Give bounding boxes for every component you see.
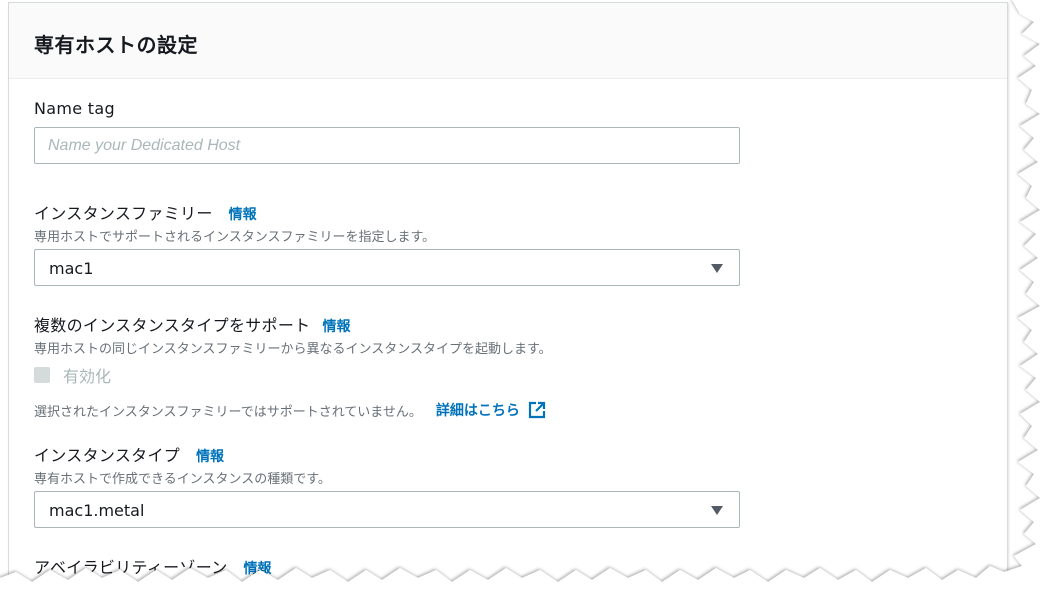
caret-down-icon bbox=[711, 264, 723, 273]
multi-instance-type-info-link[interactable]: 情報 bbox=[322, 316, 350, 336]
availability-zone-info-link[interactable]: 情報 bbox=[244, 558, 272, 578]
panel-header: 専有ホストの設定 bbox=[9, 3, 1007, 79]
multi-instance-type-label-row: 複数のインスタンスタイプをサポート 情報 bbox=[34, 312, 740, 336]
instance-type-selected-value: mac1.metal bbox=[49, 501, 145, 520]
instance-family-label: インスタンスファミリー bbox=[34, 204, 213, 223]
instance-family-field: インスタンスファミリー 情報 専用ホストでサポートされるインスタンスファミリーを… bbox=[34, 200, 740, 286]
instance-family-info-link[interactable]: 情報 bbox=[229, 204, 257, 224]
external-link-icon bbox=[528, 401, 546, 419]
name-tag-label: Name tag bbox=[34, 99, 115, 118]
panel-title: 専有ホストの設定 bbox=[34, 33, 198, 57]
instance-family-selected-value: mac1 bbox=[49, 259, 94, 278]
instance-family-select[interactable]: mac1 bbox=[34, 249, 740, 286]
instance-family-description: 専用ホストでサポートされるインスタンスファミリーを指定します。 bbox=[34, 230, 436, 245]
name-tag-input[interactable] bbox=[34, 127, 740, 164]
learn-more-label: 詳細はこちら bbox=[435, 403, 520, 419]
availability-zone-field: アベイラビリティーゾーン 情報 bbox=[34, 554, 740, 578]
multi-instance-type-description: 専用ホストの同じインスタンスファミリーから異なるインスタンスタイプを起動します。 bbox=[34, 342, 552, 357]
availability-zone-label: アベイラビリティーゾーン bbox=[34, 558, 228, 577]
unsupported-note: 選択されたインスタンスファミリーではサポートされていません。 bbox=[34, 404, 422, 420]
caret-down-icon bbox=[711, 506, 723, 515]
instance-type-field: インスタンスタイプ 情報 専有ホストで作成できるインスタンスの種類です。 mac… bbox=[34, 442, 740, 528]
enable-checkbox[interactable] bbox=[34, 367, 50, 383]
enable-checkbox-row: 有効化 bbox=[34, 363, 740, 387]
name-tag-field: Name tag bbox=[34, 99, 740, 164]
instance-type-description: 専有ホストで作成できるインスタンスの種類です。 bbox=[34, 472, 331, 487]
instance-type-info-link[interactable]: 情報 bbox=[196, 446, 224, 466]
screenshot-stage: 専有ホストの設定 Name tag インスタンスファミリー 情報 専用ホストでサ… bbox=[0, 0, 1047, 595]
availability-zone-label-row: アベイラビリティーゾーン 情報 bbox=[34, 554, 740, 578]
dedicated-host-settings-panel: 専有ホストの設定 Name tag インスタンスファミリー 情報 専用ホストでサ… bbox=[8, 2, 1008, 595]
instance-type-label: インスタンスタイプ bbox=[34, 446, 181, 465]
multi-instance-type-label: 複数のインスタンスタイプをサポート bbox=[34, 316, 311, 335]
multi-instance-type-field: 複数のインスタンスタイプをサポート 情報 専用ホストの同じインスタンスファミリー… bbox=[34, 312, 740, 420]
instance-family-label-row: インスタンスファミリー 情報 bbox=[34, 200, 740, 224]
instance-type-select[interactable]: mac1.metal bbox=[34, 491, 740, 528]
enable-checkbox-label: 有効化 bbox=[63, 367, 112, 386]
unsupported-note-row: 選択されたインスタンスファミリーではサポートされていません。 詳細はこちら bbox=[34, 400, 740, 420]
name-tag-label-row: Name tag bbox=[34, 99, 740, 118]
learn-more-link[interactable]: 詳細はこちら bbox=[436, 400, 546, 420]
instance-type-label-row: インスタンスタイプ 情報 bbox=[34, 442, 740, 466]
